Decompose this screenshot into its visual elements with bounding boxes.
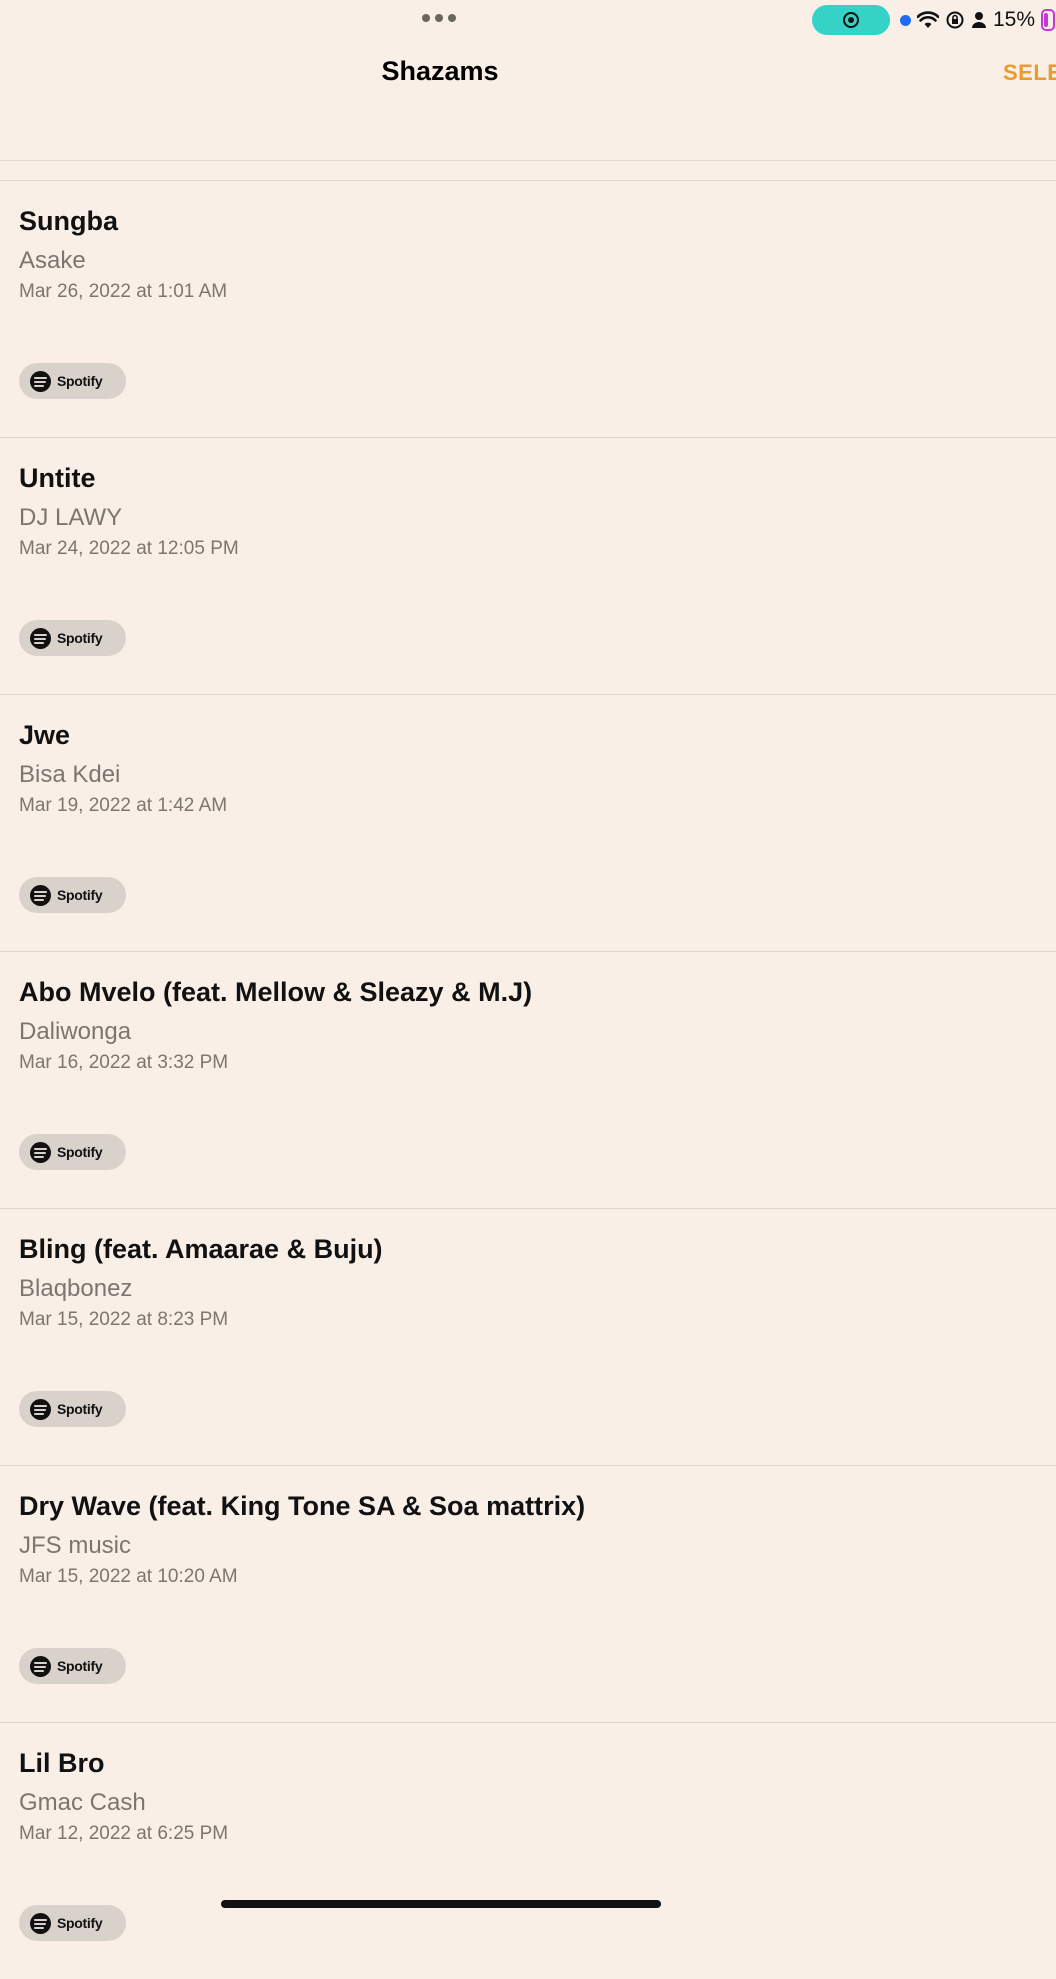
spotify-label: Spotify (57, 1658, 103, 1674)
list-item[interactable]: Bling (feat. Amaarae & Buju) Blaqbonez M… (0, 1208, 1056, 1465)
spotify-label: Spotify (57, 1144, 103, 1160)
multitask-dots-icon[interactable] (422, 14, 456, 22)
wifi-icon (917, 11, 939, 28)
song-title: Dry Wave (feat. King Tone SA & Soa mattr… (19, 1491, 586, 1521)
spotify-button[interactable]: Spotify (19, 1391, 126, 1427)
spotify-logo-icon (30, 884, 51, 906)
battery-icon (1041, 9, 1056, 31)
person-icon (972, 12, 986, 28)
song-title: Lil Bro (19, 1748, 105, 1778)
spotify-logo-icon (30, 1141, 51, 1163)
spotify-label: Spotify (57, 1401, 103, 1417)
shazam-list: Sungba Asake Mar 26, 2022 at 1:01 AM Spo… (0, 180, 1056, 1979)
spotify-button[interactable]: Spotify (19, 877, 126, 913)
home-indicator[interactable] (221, 1900, 661, 1908)
song-title: Untite (19, 463, 96, 493)
spotify-logo-icon (30, 1398, 51, 1420)
shazam-date: Mar 26, 2022 at 1:01 AM (19, 281, 228, 302)
spotify-label: Spotify (57, 1915, 103, 1931)
shazam-date: Mar 24, 2022 at 12:05 PM (19, 538, 239, 559)
status-bar: 15% (0, 0, 1056, 40)
shazam-date: Mar 12, 2022 at 6:25 PM (19, 1823, 229, 1844)
song-artist: Gmac Cash (19, 1789, 146, 1816)
song-title: Jwe (19, 720, 71, 750)
spotify-label: Spotify (57, 887, 103, 903)
song-title: Sungba (19, 206, 118, 236)
song-artist: Blaqbonez (19, 1275, 133, 1302)
spotify-button[interactable]: Spotify (19, 363, 126, 399)
spotify-logo-icon (30, 1912, 51, 1934)
list-item[interactable]: Sungba Asake Mar 26, 2022 at 1:01 AM Spo… (0, 180, 1056, 437)
list-item[interactable]: Abo Mvelo (feat. Mellow & Sleazy & M.J) … (0, 951, 1056, 1208)
song-artist: DJ LAWY (19, 504, 123, 531)
spotify-button[interactable]: Spotify (19, 620, 126, 656)
shazam-date: Mar 19, 2022 at 1:42 AM (19, 795, 228, 816)
list-item[interactable]: Lil Bro Gmac Cash Mar 12, 2022 at 6:25 P… (0, 1722, 1056, 1979)
song-artist: JFS music (19, 1532, 132, 1559)
page-title: Shazams (381, 56, 499, 86)
song-artist: Bisa Kdei (19, 761, 121, 788)
song-artist: Asake (19, 247, 86, 274)
orientation-lock-icon (946, 11, 964, 29)
spotify-label: Spotify (57, 630, 103, 646)
shazam-date: Mar 15, 2022 at 8:23 PM (19, 1309, 229, 1330)
list-item[interactable]: Dry Wave (feat. King Tone SA & Soa mattr… (0, 1465, 1056, 1722)
location-dot-icon (900, 14, 911, 26)
spotify-button[interactable]: Spotify (19, 1648, 126, 1684)
battery-percent: 15% (993, 8, 1036, 31)
spotify-button[interactable]: Spotify (19, 1134, 126, 1170)
status-indicators: 15% (900, 7, 1056, 33)
list-item[interactable]: Untite DJ LAWY Mar 24, 2022 at 12:05 PM … (0, 437, 1056, 694)
song-artist: Daliwonga (19, 1018, 132, 1045)
shazam-date: Mar 15, 2022 at 10:20 AM (19, 1566, 238, 1587)
spotify-logo-icon (30, 1655, 51, 1677)
song-title: Bling (feat. Amaarae & Buju) (19, 1234, 383, 1264)
list-item[interactable]: Jwe Bisa Kdei Mar 19, 2022 at 1:42 AM Sp… (0, 694, 1056, 951)
song-title: Abo Mvelo (feat. Mellow & Sleazy & M.J) (19, 977, 533, 1007)
screen-record-icon[interactable] (812, 5, 890, 35)
select-button[interactable]: SELECT (1003, 60, 1056, 86)
shazam-date: Mar 16, 2022 at 3:32 PM (19, 1052, 229, 1073)
spotify-logo-icon (30, 370, 51, 392)
spotify-logo-icon (30, 627, 51, 649)
spotify-label: Spotify (57, 373, 103, 389)
header-divider (0, 160, 1056, 161)
spotify-button[interactable]: Spotify (19, 1905, 126, 1941)
